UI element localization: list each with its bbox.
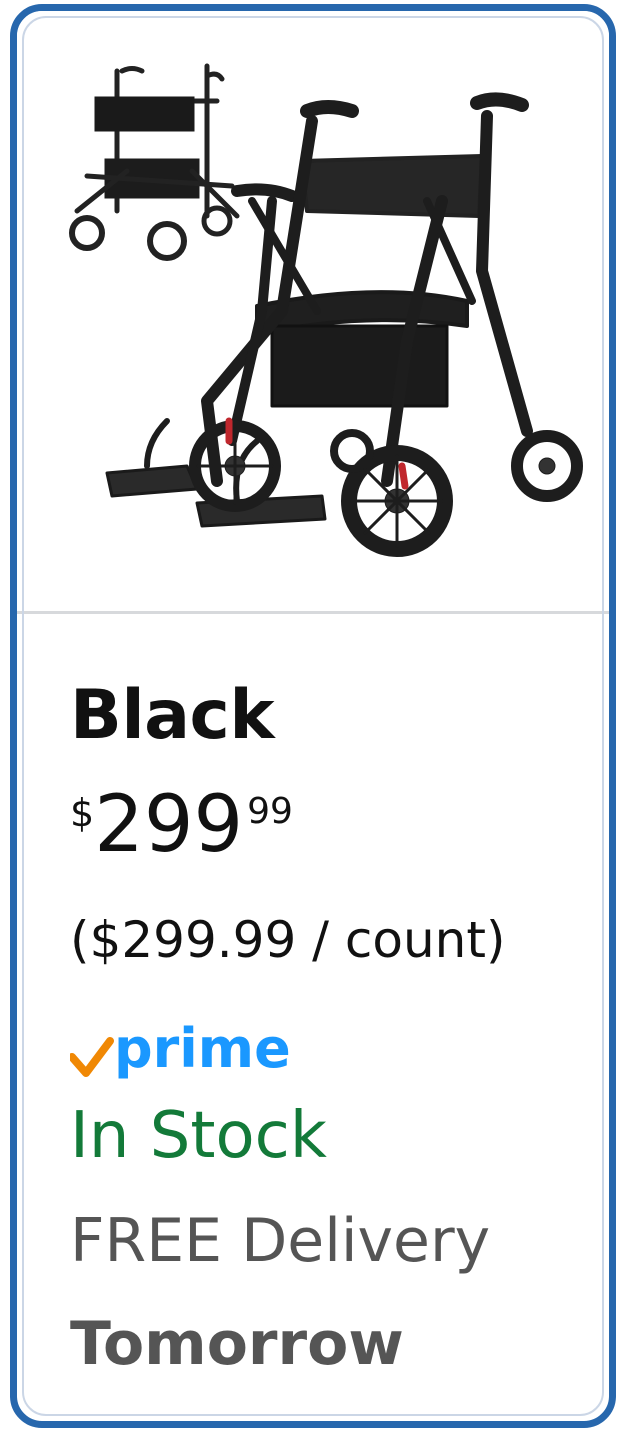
product-card[interactable]: Black $299 99 ($299.99 / count) prime In … xyxy=(10,4,616,1428)
delivery-label: FREE Delivery xyxy=(70,1206,491,1276)
unit-price: ($299.99 / count) xyxy=(70,911,506,969)
price-fraction: 99 xyxy=(247,791,293,832)
prime-label: prime xyxy=(114,1017,291,1080)
walker-illustration xyxy=(69,63,583,557)
product-image[interactable] xyxy=(17,11,609,611)
color-option-name: Black xyxy=(70,676,275,755)
prime-logo: prime xyxy=(68,1017,291,1080)
image-divider xyxy=(17,611,609,614)
walker-thumbnail xyxy=(69,63,240,261)
availability-status: In Stock xyxy=(70,1099,327,1173)
price-currency-symbol: $ xyxy=(70,791,95,835)
price: $299 99 xyxy=(70,786,293,864)
prime-badge: prime xyxy=(68,1011,300,1091)
prime-check-icon xyxy=(68,1037,114,1077)
price-whole: 299 xyxy=(94,780,244,870)
delivery-date: Tomorrow xyxy=(70,1309,404,1379)
